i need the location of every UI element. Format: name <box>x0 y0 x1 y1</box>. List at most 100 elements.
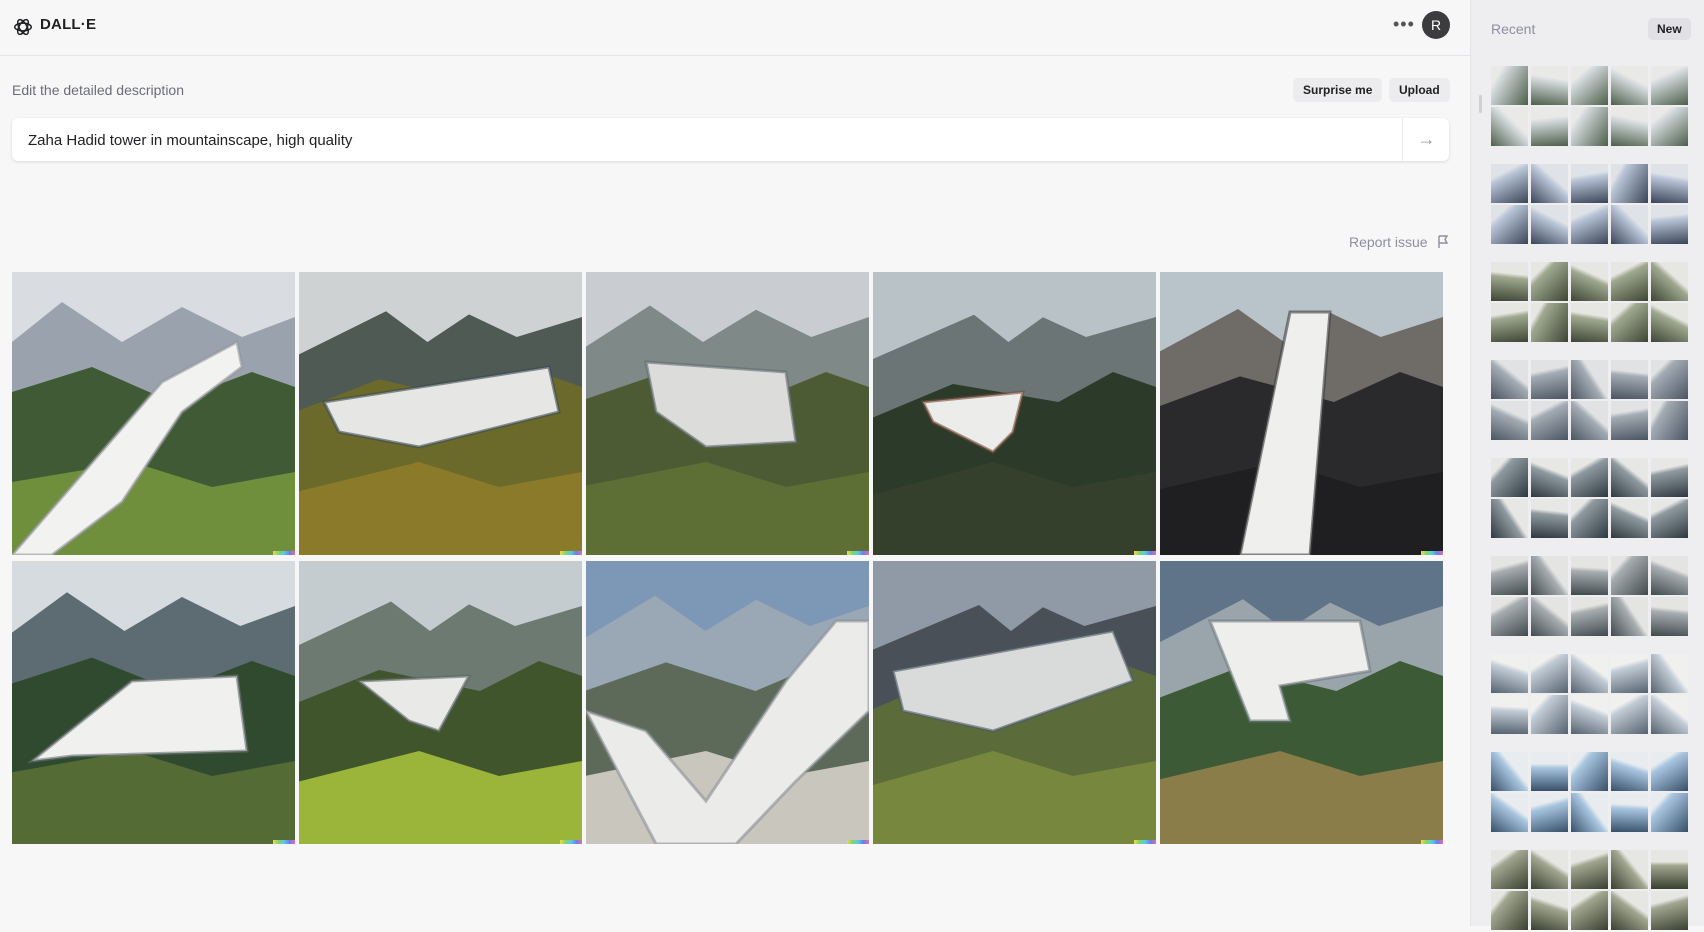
history-thumbnail <box>1491 66 1528 105</box>
history-thumbnail <box>1571 597 1608 636</box>
result-image[interactable] <box>873 561 1156 844</box>
history-thumbnail <box>1491 793 1528 832</box>
recent-title: Recent <box>1491 21 1536 37</box>
arrow-right-icon[interactable]: → <box>1404 118 1449 161</box>
upload-button[interactable]: Upload <box>1389 78 1450 102</box>
history-group[interactable] <box>1491 458 1688 540</box>
history-thumbnail <box>1611 360 1648 399</box>
history-group[interactable] <box>1491 556 1688 638</box>
history-group[interactable] <box>1491 66 1688 148</box>
history-thumbnail <box>1651 360 1688 399</box>
history-thumbnail <box>1651 401 1688 440</box>
dalle-watermark <box>1421 551 1443 555</box>
history-thumbnail <box>1611 205 1648 244</box>
history-group[interactable] <box>1491 752 1688 834</box>
history-thumbnail <box>1531 262 1568 301</box>
history-thumbnail <box>1571 850 1608 889</box>
history-thumbnail <box>1491 654 1528 693</box>
history-thumbnail <box>1571 752 1608 791</box>
history-thumbnail <box>1651 499 1688 538</box>
dalle-watermark <box>1134 551 1156 555</box>
flag-icon[interactable] <box>1437 235 1449 249</box>
history-thumbnail <box>1651 695 1688 734</box>
result-image[interactable] <box>299 272 582 555</box>
result-image[interactable] <box>873 272 1156 555</box>
history-thumbnail <box>1611 164 1648 203</box>
main-panel: DALL·E ••• R Edit the detailed descripti… <box>0 0 1470 926</box>
history-thumbnail <box>1491 458 1528 497</box>
prompt-input[interactable] <box>26 118 1410 163</box>
new-button[interactable]: New <box>1648 18 1691 40</box>
ellipsis-icon[interactable]: ••• <box>1393 14 1415 35</box>
history-thumbnail <box>1571 205 1608 244</box>
history-thumbnail <box>1571 695 1608 734</box>
history-thumbnail <box>1651 556 1688 595</box>
history-thumbnail <box>1491 695 1528 734</box>
history-thumbnail <box>1531 597 1568 636</box>
history-thumbnail <box>1651 793 1688 832</box>
dalle-watermark <box>1421 840 1443 844</box>
history-thumbnail <box>1531 695 1568 734</box>
history-thumbnail <box>1651 262 1688 301</box>
surprise-me-button[interactable]: Surprise me <box>1293 78 1383 102</box>
history-thumbnail <box>1491 556 1528 595</box>
result-image[interactable] <box>1160 272 1443 555</box>
history-thumbnail <box>1611 458 1648 497</box>
history-thumbnail <box>1531 499 1568 538</box>
result-image[interactable] <box>1160 561 1443 844</box>
history-group[interactable] <box>1491 360 1688 442</box>
history-thumbnail <box>1491 499 1528 538</box>
result-image[interactable] <box>586 272 869 555</box>
result-image[interactable] <box>299 561 582 844</box>
history-thumbnail <box>1531 107 1568 146</box>
history-thumbnail <box>1531 66 1568 105</box>
history-thumbnail <box>1531 850 1568 889</box>
result-image[interactable] <box>12 272 295 555</box>
history-thumbnail <box>1531 654 1568 693</box>
result-grid <box>12 272 1449 844</box>
history-thumbnail <box>1651 458 1688 497</box>
result-image[interactable] <box>586 561 869 844</box>
avatar[interactable]: R <box>1422 11 1450 39</box>
top-bar: DALL·E ••• R <box>0 0 1470 56</box>
history-thumbnail <box>1571 499 1608 538</box>
history-thumbnail <box>1571 891 1608 930</box>
report-issue-link[interactable]: Report issue <box>1349 234 1428 250</box>
history-thumbnail <box>1611 401 1648 440</box>
history-thumbnail <box>1651 107 1688 146</box>
history-thumbnail <box>1531 164 1568 203</box>
history-thumbnail <box>1571 303 1608 342</box>
history-thumbnail <box>1611 66 1648 105</box>
scrollbar[interactable] <box>1479 95 1482 113</box>
history-thumbnail <box>1491 850 1528 889</box>
history-thumbnail <box>1571 262 1608 301</box>
history-thumbnail <box>1571 107 1608 146</box>
history-group[interactable] <box>1491 262 1688 344</box>
history-thumbnail <box>1531 401 1568 440</box>
history-group[interactable] <box>1491 654 1688 736</box>
dalle-watermark <box>273 551 295 555</box>
history-thumbnail <box>1611 752 1648 791</box>
openai-logo-icon <box>14 18 32 36</box>
history-group[interactable] <box>1491 164 1688 246</box>
prompt-divider <box>1402 118 1403 161</box>
history-thumbnail <box>1611 695 1648 734</box>
history-thumbnail <box>1531 556 1568 595</box>
history-thumbnail <box>1491 360 1528 399</box>
history-thumbnail <box>1531 458 1568 497</box>
dalle-watermark <box>273 840 295 844</box>
history-thumbnail <box>1611 597 1648 636</box>
dalle-watermark <box>1134 840 1156 844</box>
history-thumbnail <box>1651 891 1688 930</box>
history-thumbnail <box>1571 654 1608 693</box>
history-thumbnail <box>1651 850 1688 889</box>
history-group[interactable] <box>1491 850 1688 932</box>
history-thumbnail <box>1531 303 1568 342</box>
dalle-watermark <box>560 840 582 844</box>
history-thumbnail <box>1611 303 1648 342</box>
history-thumbnail <box>1651 654 1688 693</box>
history-thumbnail <box>1491 303 1528 342</box>
result-image[interactable] <box>12 561 295 844</box>
history-thumbnail <box>1491 891 1528 930</box>
history-thumbnail <box>1531 360 1568 399</box>
